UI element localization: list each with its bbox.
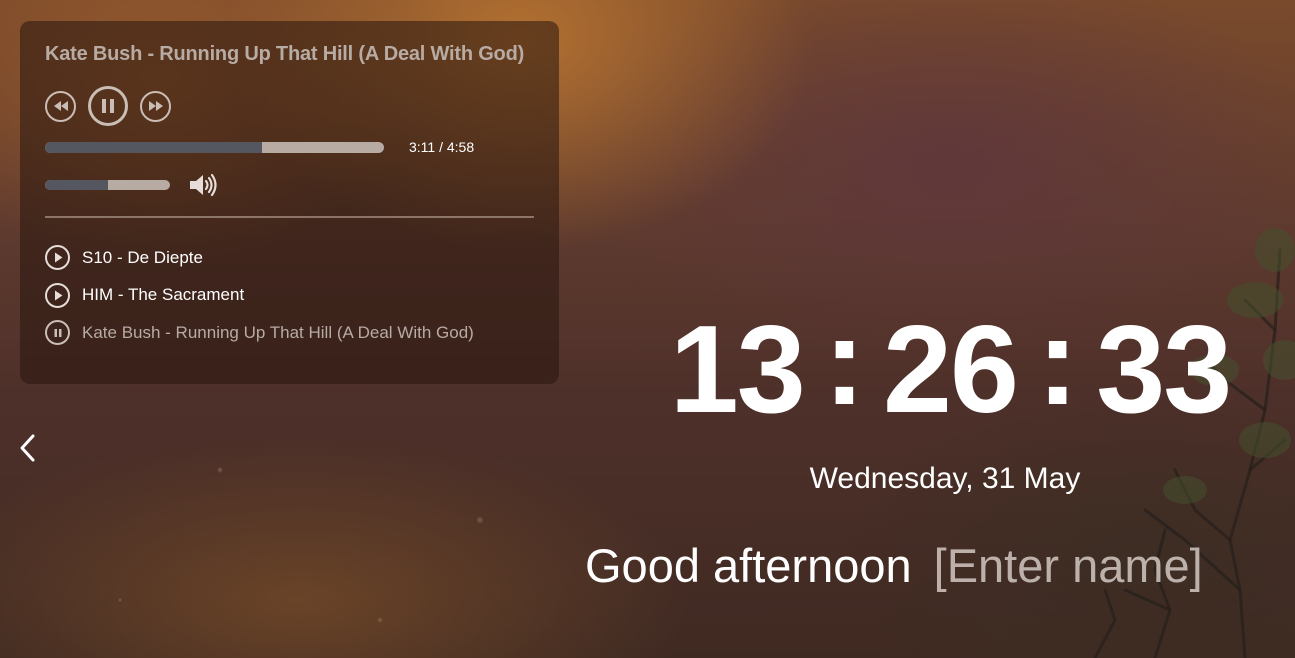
pause-icon [45, 320, 70, 346]
clock-minutes: 26 [883, 301, 1019, 439]
volume-icon[interactable] [188, 172, 218, 198]
seek-bar-fill [45, 141, 262, 153]
date-display: Wednesday, 31 May [809, 462, 1081, 495]
volume-row [45, 170, 534, 200]
volume-slider-fill [45, 180, 108, 190]
background: Kate Bush - Running Up That Hill (A Deal… [0, 0, 1295, 658]
pause-button[interactable] [88, 86, 128, 126]
seek-bar[interactable] [45, 141, 384, 153]
clock: 13 : 26 : 33 [590, 297, 1295, 439]
name-input[interactable]: [Enter name] [934, 539, 1203, 592]
clock-separator: : [823, 293, 865, 431]
divider [45, 216, 534, 218]
greeting: Good afternoon [Enter name] [585, 536, 1203, 596]
pause-icon [102, 99, 114, 113]
fast-forward-icon [148, 101, 163, 111]
now-playing-title: Kate Bush - Running Up That Hill (A Deal… [45, 43, 525, 65]
playlist-item-name: Kate Bush - Running Up That Hill (A Deal… [82, 322, 474, 342]
greeting-text: Good afternoon [585, 539, 912, 592]
chevron-left-icon[interactable] [17, 432, 39, 464]
clock-seconds: 33 [1096, 301, 1232, 439]
play-icon [45, 282, 70, 308]
music-player-panel: Kate Bush - Running Up That Hill (A Deal… [20, 21, 559, 384]
playlist-item-name: S10 - De Diepte [82, 247, 203, 267]
playlist: S10 - De Diepte HIM - The Sacrament Kate… [45, 239, 534, 352]
time-display: 3:11 / 4:58 [409, 139, 475, 155]
progress-row: 3:11 / 4:58 [45, 132, 534, 162]
clock-separator: : [1036, 293, 1078, 431]
playlist-item-name: HIM - The Sacrament [82, 285, 245, 305]
fast-forward-button[interactable] [140, 90, 171, 122]
rewind-icon [53, 101, 68, 111]
volume-slider[interactable] [45, 180, 170, 190]
playback-controls [45, 86, 534, 126]
play-icon [45, 245, 70, 271]
playlist-item-current[interactable]: Kate Bush - Running Up That Hill (A Deal… [45, 314, 534, 352]
rewind-button[interactable] [45, 90, 76, 122]
playlist-item[interactable]: S10 - De Diepte [45, 239, 534, 277]
clock-hours: 13 [669, 301, 806, 439]
playlist-item[interactable]: HIM - The Sacrament [45, 277, 534, 315]
